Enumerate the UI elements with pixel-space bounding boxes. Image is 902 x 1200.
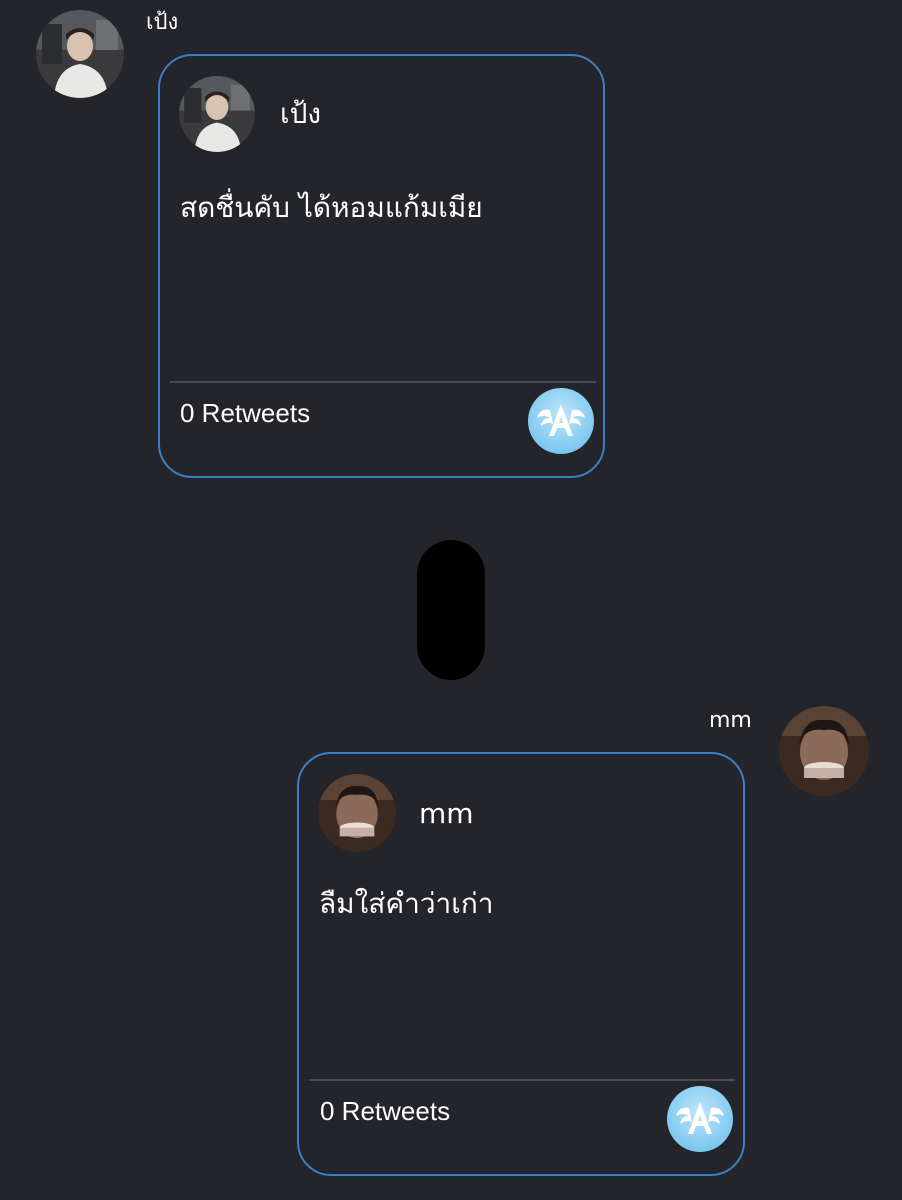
card-retweet-count: 0 Retweets bbox=[180, 398, 311, 428]
card-author-name: mm bbox=[419, 797, 474, 830]
card-divider bbox=[170, 381, 596, 383]
person-photo-avatar-icon bbox=[318, 774, 396, 852]
card-divider bbox=[309, 1079, 735, 1081]
person-photo-avatar-icon bbox=[779, 706, 869, 796]
typing-indicator-pill bbox=[417, 540, 485, 680]
card-author-name: เป้ง bbox=[280, 97, 322, 130]
card-tweet-text: ลืมใส่คำว่าเก่า bbox=[319, 887, 494, 920]
sender-avatar[interactable] bbox=[36, 10, 124, 98]
card-avatar bbox=[318, 774, 396, 852]
winged-a-app-icon[interactable] bbox=[667, 1086, 733, 1152]
person-photo-avatar-icon bbox=[36, 10, 124, 98]
tweet-card[interactable]: mm ลืมใส่คำว่าเก่า 0 Retweets bbox=[297, 752, 745, 1176]
sender-name: mm bbox=[709, 708, 752, 733]
winged-a-app-icon[interactable] bbox=[528, 388, 594, 454]
card-retweet-count: 0 Retweets bbox=[320, 1096, 451, 1126]
card-avatar bbox=[179, 76, 255, 152]
person-photo-avatar-icon bbox=[179, 76, 255, 152]
card-tweet-text: สดชื่นคับ ได้หอมแก้มเมีย bbox=[180, 191, 483, 224]
sender-name: เป้ง bbox=[146, 10, 179, 35]
sender-avatar[interactable] bbox=[779, 706, 869, 796]
tweet-card[interactable]: เป้ง สดชื่นคับ ได้หอมแก้มเมีย 0 Retweets bbox=[158, 54, 605, 478]
